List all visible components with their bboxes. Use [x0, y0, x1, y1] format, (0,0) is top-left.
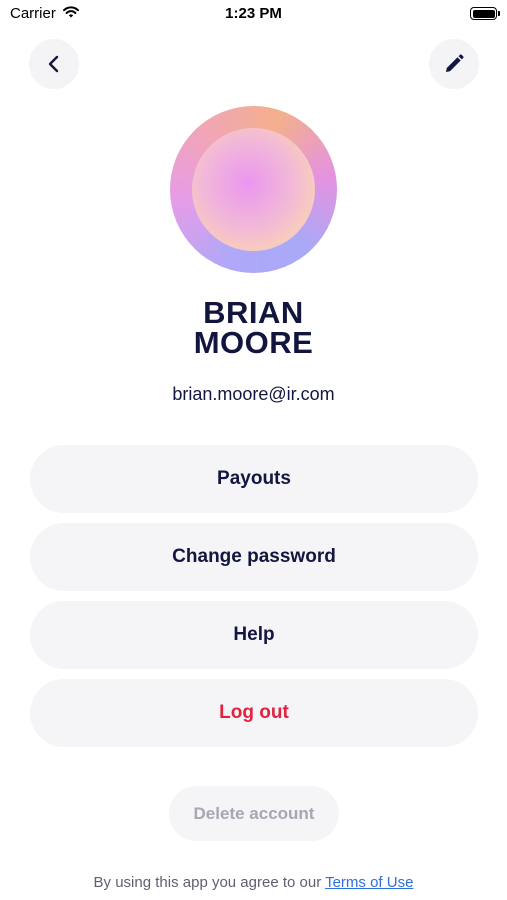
user-first-name: BRIAN	[203, 295, 304, 330]
help-button[interactable]: Help	[30, 601, 478, 669]
avatar	[170, 106, 337, 273]
change-password-button[interactable]: Change password	[30, 523, 478, 591]
clock: 1:23 PM	[225, 5, 282, 22]
delete-account-button[interactable]: Delete account	[169, 786, 339, 841]
back-button[interactable]	[29, 39, 79, 89]
status-bar: Carrier 1:23 PM	[0, 0, 507, 30]
logout-button[interactable]: Log out	[30, 679, 478, 747]
pencil-icon	[446, 54, 464, 72]
battery-icon	[470, 7, 500, 20]
payouts-button[interactable]: Payouts	[30, 445, 478, 513]
avatar-inner-circle	[192, 128, 315, 251]
chevron-left-icon	[48, 55, 59, 73]
profile-screen: Carrier 1:23 PM BRIAN MOORE brian.moore@…	[0, 0, 507, 900]
user-name: BRIAN MOORE	[0, 295, 507, 360]
user-last-name: MOORE	[193, 325, 314, 360]
terms-footer: By using this app you agree to our Terms…	[0, 874, 507, 891]
edit-profile-button[interactable]	[429, 39, 479, 89]
user-email: brian.moore@ir.com	[172, 384, 335, 404]
terms-footer-text: By using this app you agree to our	[93, 874, 326, 891]
terms-of-use-link[interactable]: Terms of Use	[325, 874, 413, 891]
